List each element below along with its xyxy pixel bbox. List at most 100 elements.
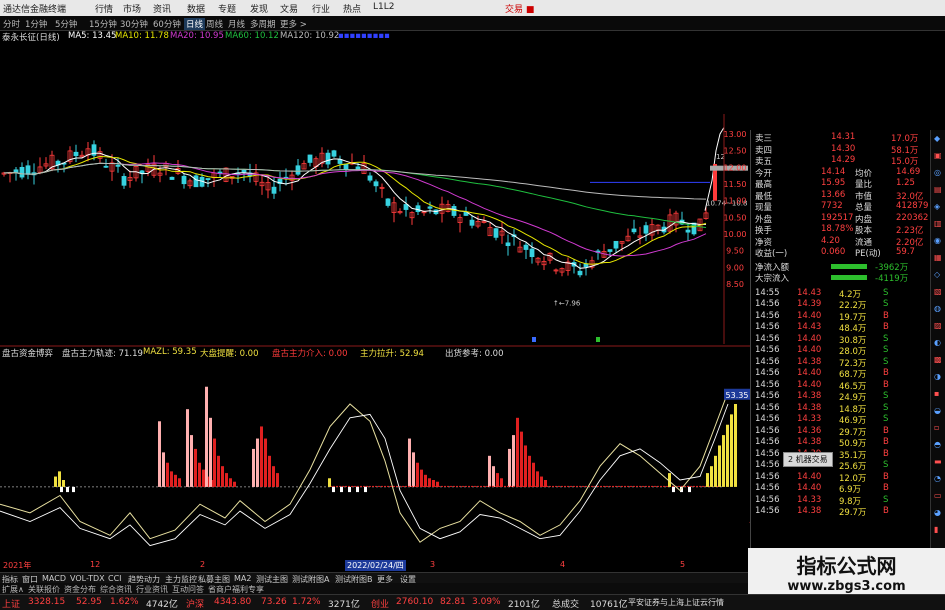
period-1min[interactable]: 1分钟 [25, 18, 47, 30]
trade-button[interactable]: 交易 ■ [505, 2, 534, 15]
indicator-tab[interactable]: MACD [42, 574, 66, 583]
cy-index-name[interactable]: 创业 [371, 597, 389, 610]
indicator-bar-red [520, 431, 523, 487]
ask-volume: 15.0万 [891, 157, 919, 167]
sidebar-icon[interactable]: ◑ [934, 372, 941, 381]
sidebar-icon[interactable]: ◈ [934, 202, 940, 211]
indicator-bar-tail [600, 485, 602, 487]
candle-body [385, 198, 391, 206]
ma20-label: MA20: 10.95 [170, 31, 224, 41]
menu-l1l2[interactable]: L1L2 [373, 2, 394, 12]
price-axis-tick: 8.50 [726, 280, 744, 289]
sidebar-icon[interactable]: ◔ [934, 474, 941, 483]
indicator-bar-tail [423, 485, 425, 487]
period-multi[interactable]: 多周期 [250, 18, 276, 30]
sidebar-icon[interactable]: ▬ [934, 457, 942, 466]
indicator-bar-tail [450, 485, 452, 487]
period-monthly[interactable]: 月线 [228, 18, 245, 30]
indicator-bar-tail [432, 485, 434, 487]
stat-row: 今开 14.14 均价 14.69 [751, 167, 931, 179]
period-60min[interactable]: 60分钟 [153, 18, 181, 30]
ask-price: 14.30 [831, 143, 856, 154]
sidebar-icon[interactable]: ▦ [934, 253, 942, 262]
menu-data[interactable]: 数据 [187, 2, 205, 15]
sidebar-icon[interactable]: ◍ [934, 304, 941, 313]
indicator-tab[interactable]: CCI [108, 574, 122, 583]
period-weekly[interactable]: 周线 [206, 18, 223, 30]
indicator-bar-yellow [734, 404, 737, 487]
period-30min[interactable]: 30分钟 [120, 18, 148, 30]
sidebar-icon[interactable]: ▮ [934, 525, 938, 534]
candle-body [613, 240, 619, 249]
menu-wenyi[interactable]: 文易 [280, 2, 298, 15]
sidebar-icon[interactable]: ◓ [934, 440, 941, 449]
indicator-bar-yellow [710, 466, 713, 487]
period-more[interactable]: 更多 > [280, 18, 307, 30]
period-daily[interactable]: 日线 [184, 18, 206, 30]
menu-news[interactable]: 资讯 [153, 2, 171, 15]
sh-index-name[interactable]: 上证 [2, 597, 20, 610]
candle-body [685, 229, 691, 233]
menu-topic[interactable]: 专题 [218, 2, 236, 15]
indicator-bar-tail [411, 485, 413, 487]
indicator-bar-tail [486, 485, 488, 487]
sidebar-icon[interactable]: ◇ [934, 270, 940, 279]
indicator-bar-tail [576, 485, 578, 487]
stat-value: 2.23亿 [896, 226, 924, 236]
sidebar-icon[interactable]: ◕ [934, 508, 941, 517]
sidebar-icon[interactable]: ▤ [934, 185, 942, 194]
indicator-bar-tail [336, 485, 338, 487]
sidebar-icon[interactable]: ▥ [934, 219, 942, 228]
sidebar-icon[interactable]: ◒ [934, 406, 941, 415]
price-axis-tick: 11.00 [724, 197, 747, 206]
menu-hot[interactable]: 热点 [343, 2, 361, 15]
indicator-tab[interactable]: MA2 [234, 574, 251, 583]
sidebar-icon[interactable]: ◆ [934, 134, 940, 143]
trade-popup[interactable]: 2 机器交易 [783, 451, 833, 467]
indicator-bar-tail [579, 485, 581, 487]
indicator-bar-tail [606, 485, 608, 487]
flow-bar [831, 275, 867, 280]
indicator-chart[interactable] [0, 386, 737, 547]
sidebar-icon[interactable]: ▩ [934, 355, 942, 364]
menu-quotes[interactable]: 行情 [95, 2, 113, 15]
ask-label: 卖四 [755, 145, 773, 156]
sidebar-icon[interactable]: ▨ [934, 321, 942, 330]
candle-body [367, 175, 373, 181]
period-15min[interactable]: 15分钟 [89, 18, 117, 30]
sidebar-icon[interactable]: ▪ [934, 389, 939, 398]
ticker-text[interactable]: 平安证券与上海上证云行情 [628, 597, 724, 608]
date-tag: 2022/02/24/四 [345, 560, 406, 571]
sidebar-icon[interactable]: ▣ [934, 151, 942, 160]
sidebar-icon[interactable]: ◎ [934, 168, 941, 177]
indicator-bar-tail [519, 485, 521, 487]
price-chart[interactable]: ↑←7.9610.74~10.812 [1, 127, 748, 342]
indicator-bar-tail [369, 485, 371, 487]
sidebar-icon[interactable]: ▭ [934, 491, 942, 500]
tick-side: S [883, 299, 889, 309]
indicator-tab[interactable]: VOL-TDX [70, 574, 105, 583]
tick-volume: 6.9万 [839, 485, 862, 495]
sidebar-icon[interactable]: ◉ [934, 236, 941, 245]
date-m3: 3 [430, 560, 436, 569]
period-5min[interactable]: 5分钟 [55, 18, 77, 30]
indicator-bar-tail [642, 485, 644, 487]
indicator-legend: 盘古资金博弈 盘古主力轨迹: 71.19 MAZL: 59.35 大盘提醒: 0… [0, 347, 750, 359]
indicator-bar-red [272, 466, 275, 487]
menu-industry[interactable]: 行业 [312, 2, 330, 15]
sidebar-icon[interactable]: ◐ [934, 338, 941, 347]
sz-index-name[interactable]: 沪深 [186, 597, 204, 610]
price-axis-tick: 11.50 [724, 180, 747, 189]
tick-side: S [883, 414, 889, 424]
sidebar-icon[interactable]: ▧ [934, 287, 942, 296]
indicator-bar-yellow [58, 471, 61, 487]
period-fenshi[interactable]: 分时 [3, 18, 20, 30]
flow-row: 净流入额 -3962万 [751, 261, 931, 273]
menu-market[interactable]: 市场 [123, 2, 141, 15]
main-chart[interactable]: ↑←7.9610.74~10.812 13.0012.5012.0011.501… [0, 44, 750, 572]
tick-price: 14.39 [797, 299, 822, 309]
sidebar-icon[interactable]: ▫ [934, 423, 939, 432]
ask-row: 卖五 14.29 15.0万 [751, 155, 931, 167]
menu-discover[interactable]: 发现 [250, 2, 268, 15]
indicator-exit: 出货参考: 0.00 [445, 349, 504, 359]
